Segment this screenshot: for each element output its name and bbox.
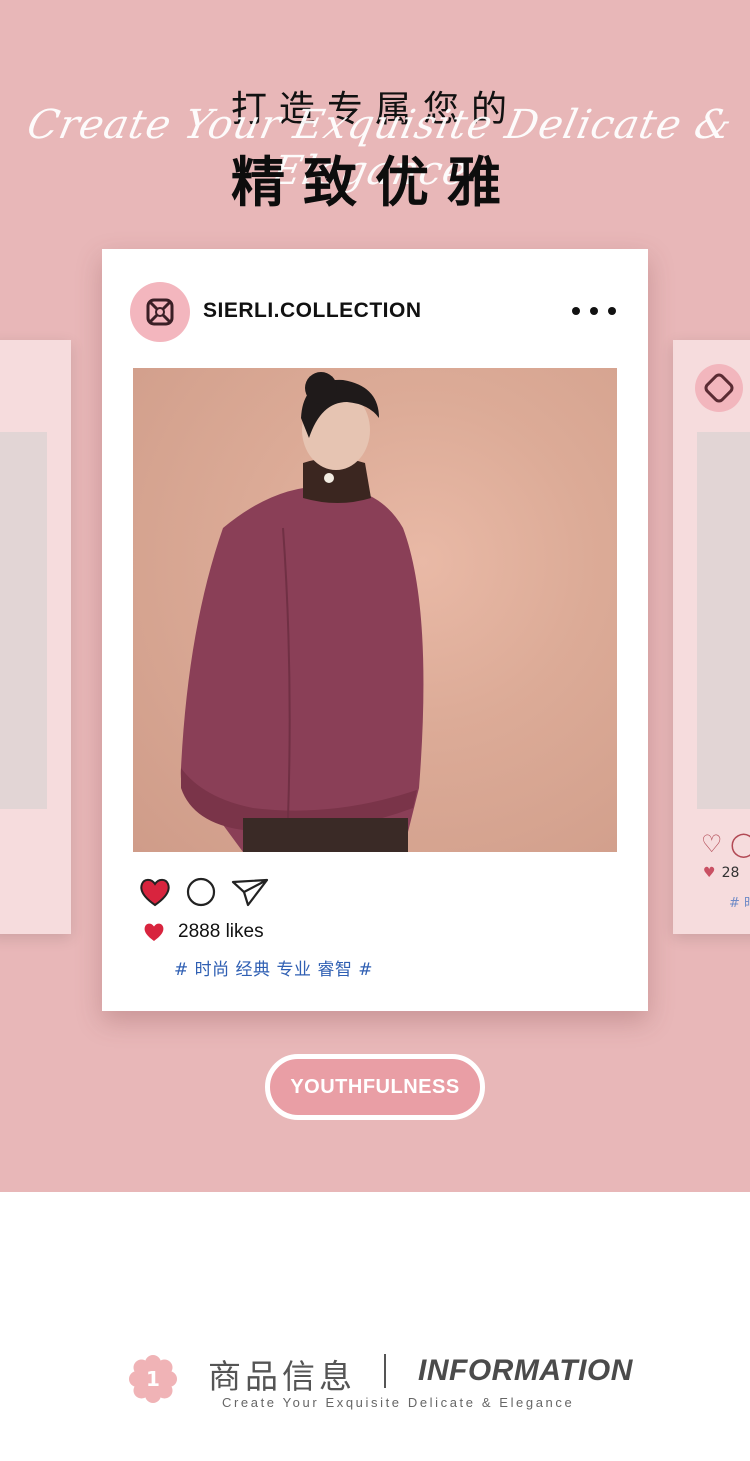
information-header: 1 商品信息 INFORMATION Create Your Exquisite… xyxy=(0,1340,750,1420)
likes-count[interactable]: 2888 likes xyxy=(178,921,264,943)
post-card: SIERLI.COLLECTION 2888 likes # 时尚 经典 专业 … xyxy=(102,249,648,1011)
section-number: 1 xyxy=(146,1367,160,1391)
flower-number-icon: 1 xyxy=(129,1355,177,1403)
like-heart-icon[interactable] xyxy=(138,876,172,908)
share-send-icon[interactable] xyxy=(230,876,270,908)
info-title-cn: 商品信息 xyxy=(208,1357,356,1396)
profile-avatar[interactable] xyxy=(130,282,190,342)
side-photo-placeholder xyxy=(0,432,47,809)
youthfulness-badge: YOUTHFULNESS xyxy=(265,1054,485,1120)
post-actions xyxy=(138,874,270,910)
badge-label: YOUTHFULNESS xyxy=(290,1075,460,1098)
side-tags: # 时 xyxy=(729,896,750,911)
hashtags[interactable]: # 时尚 经典 专业 睿智 # xyxy=(174,955,373,980)
brand-logo-icon xyxy=(146,298,174,326)
likes-row: 2888 likes xyxy=(142,921,264,943)
side-heart-icon: ♡ ◯ xyxy=(701,830,750,858)
side-photo-placeholder xyxy=(697,432,750,809)
side-likes: ♥ 28 xyxy=(703,865,740,881)
model-illustration xyxy=(180,372,424,852)
title-divider xyxy=(384,1354,386,1388)
likes-heart-icon xyxy=(144,923,164,941)
hero-section: 打造专属您的 Create Your Exquisite Delicate & … xyxy=(0,0,750,1192)
side-avatar xyxy=(695,364,743,412)
side-card-right[interactable]: ♡ ◯ ♥28 # 时 xyxy=(673,340,750,934)
profile-username[interactable]: SIERLI.COLLECTION xyxy=(203,299,422,323)
info-subtitle: Create Your Exquisite Delicate & Eleganc… xyxy=(222,1395,575,1410)
info-title-en: INFORMATION xyxy=(418,1354,633,1387)
side-card-left[interactable] xyxy=(0,340,71,934)
comment-icon[interactable] xyxy=(184,876,218,908)
post-photo[interactable] xyxy=(133,368,617,852)
more-dots-icon xyxy=(572,307,580,315)
headline-big: 精致优雅 xyxy=(231,151,519,214)
more-options-button[interactable] xyxy=(572,297,616,325)
